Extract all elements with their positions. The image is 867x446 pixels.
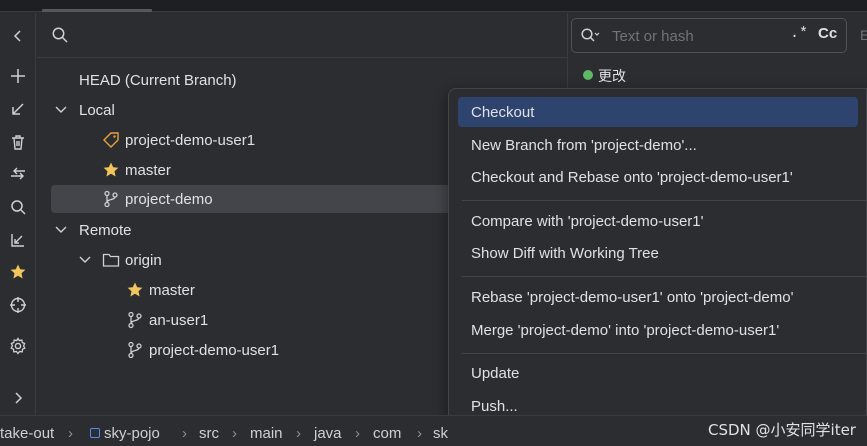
top-header-strip — [0, 0, 867, 12]
chevron-down-icon[interactable] — [54, 103, 68, 117]
fetch-button[interactable] — [0, 227, 36, 253]
local-label: Local — [79, 101, 115, 119]
tree-node-remote[interactable]: Remote — [51, 216, 471, 244]
breadcrumb-separator: › — [68, 425, 73, 442]
breadcrumb-item[interactable]: sky-pojo — [104, 425, 160, 442]
menu-item-checkout[interactable]: Checkout — [458, 97, 858, 127]
breadcrumb-item[interactable]: java — [314, 425, 342, 442]
git-branch-icon — [104, 190, 118, 208]
hash-search-input[interactable] — [612, 26, 782, 46]
tree-node-local-branch[interactable]: project-demo-user1 — [51, 126, 471, 154]
menu-item-show-diff[interactable]: Show Diff with Working Tree — [458, 238, 858, 268]
chevron-left-icon — [13, 30, 21, 42]
remote-label: Remote — [79, 221, 132, 239]
breadcrumb-item[interactable]: com — [373, 425, 401, 442]
new-branch-button[interactable] — [0, 63, 36, 89]
chevron-right-icon — [15, 392, 23, 404]
delete-button[interactable] — [0, 129, 36, 155]
trash-icon — [12, 135, 24, 150]
breadcrumb-item[interactable]: main — [250, 425, 283, 442]
origin-label: origin — [125, 251, 162, 269]
commit-label[interactable]: 更改 — [598, 66, 626, 86]
breadcrumb-item[interactable]: take-out — [0, 425, 54, 442]
star-icon — [127, 282, 143, 297]
active-tab-indicator — [42, 9, 152, 12]
branch-label: project-demo-user1 — [149, 341, 280, 359]
menu-item-checkout-rebase[interactable]: Checkout and Rebase onto 'project-demo-u… — [458, 162, 858, 192]
branch-search-row[interactable] — [37, 13, 567, 58]
search-icon — [11, 200, 26, 215]
tree-node-remote-branch[interactable]: an-user1 — [51, 306, 471, 334]
match-case-toggle[interactable]: Cc — [818, 25, 837, 42]
menu-item-rebase[interactable]: Rebase 'project-demo-user1' onto 'projec… — [458, 282, 858, 312]
breadcrumb-separator: › — [355, 425, 360, 442]
locate-button[interactable] — [0, 292, 36, 318]
chevron-down-icon[interactable] — [78, 253, 92, 267]
breadcrumb-separator: › — [417, 425, 422, 442]
branch-label: master — [149, 281, 195, 299]
git-branch-icon — [128, 311, 142, 329]
tree-node-remote-branch[interactable]: master — [51, 276, 471, 304]
gear-icon — [10, 337, 26, 355]
commit-dot — [583, 70, 593, 80]
module-icon — [90, 428, 100, 438]
collapse-button[interactable] — [0, 23, 36, 49]
crosshair-icon — [10, 297, 26, 313]
left-toolbar — [0, 13, 36, 415]
branch-label: project-demo — [125, 190, 213, 208]
menu-item-merge[interactable]: Merge 'project-demo' into 'project-demo-… — [458, 315, 858, 345]
settings-button[interactable] — [0, 333, 36, 359]
tree-node-remote-branch[interactable]: project-demo-user1 — [51, 336, 471, 364]
chevron-down-icon[interactable] — [54, 223, 68, 237]
branch-context-menu: Checkout New Branch from 'project-demo'.… — [448, 88, 867, 446]
watermark: CSDN @小安同学iter — [708, 421, 856, 439]
branch-label: an-user1 — [149, 311, 209, 329]
branch-label: master — [125, 161, 171, 179]
compare-button[interactable] — [0, 161, 36, 187]
plus-icon — [11, 69, 25, 83]
tag-icon — [103, 132, 119, 148]
compare-arrows-icon — [11, 167, 25, 180]
tree-node-local[interactable]: Local — [51, 96, 471, 124]
breadcrumb-item[interactable]: src — [199, 425, 219, 442]
update-button[interactable] — [0, 96, 36, 122]
favorites-button[interactable] — [0, 259, 36, 285]
expand-button[interactable] — [0, 385, 36, 411]
head-label: HEAD (Current Branch) — [79, 71, 237, 89]
menu-separator — [462, 276, 866, 277]
branch-label: project-demo-user1 — [125, 131, 256, 149]
breadcrumb-separator: › — [182, 425, 187, 442]
search-icon[interactable] — [51, 26, 69, 44]
menu-separator — [462, 200, 866, 201]
star-icon — [103, 162, 119, 177]
git-branch-icon — [128, 341, 142, 359]
folder-icon — [102, 253, 120, 267]
breadcrumb-separator: › — [232, 425, 237, 442]
hash-search-box[interactable]: .* Cc — [571, 18, 847, 53]
breadcrumb-item[interactable]: sk — [433, 425, 448, 442]
search-button[interactable] — [0, 194, 36, 220]
star-icon — [10, 264, 26, 279]
menu-item-compare[interactable]: Compare with 'project-demo-user1' — [458, 206, 858, 236]
regex-toggle[interactable]: .* — [790, 25, 808, 42]
menu-item-update[interactable]: Update — [458, 358, 858, 388]
search-history-icon[interactable] — [580, 27, 600, 45]
arrow-down-left-icon — [12, 103, 24, 115]
tree-node-local-branch-selected[interactable]: project-demo — [51, 185, 471, 213]
breadcrumb-separator: › — [296, 425, 301, 442]
menu-separator — [462, 353, 866, 354]
tree-node-local-branch[interactable]: master — [51, 156, 471, 184]
arrow-down-left-chart-icon — [11, 234, 24, 247]
toolbar-cut-label[interactable]: E — [860, 27, 867, 43]
tree-node-head[interactable]: HEAD (Current Branch) — [51, 66, 471, 94]
menu-item-new-branch[interactable]: New Branch from 'project-demo'... — [458, 130, 858, 160]
tree-node-origin[interactable]: origin — [51, 246, 471, 274]
